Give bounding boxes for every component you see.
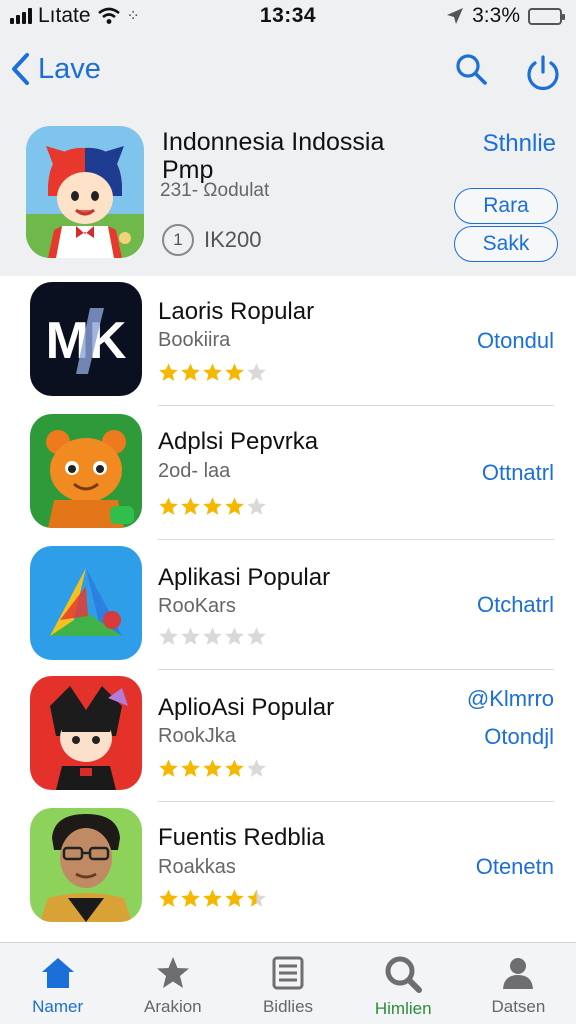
status-right: 3:3% [446, 4, 565, 28]
battery-percent: 3:3% [472, 4, 520, 27]
divider [158, 405, 554, 406]
back-label: Lave [38, 52, 101, 85]
star-rating [158, 496, 267, 517]
star-filled-icon [225, 497, 244, 515]
featured-subtitle: 231- Ωodulat [160, 180, 270, 201]
tab-label: Arakion [143, 997, 202, 1016]
app-subtitle: 2od- laa [158, 460, 231, 482]
app-name: Fuentis Redblia [158, 824, 325, 851]
list-item[interactable]: Adplsi Pepvrka 2od- laa Ottnatrl [0, 408, 576, 540]
star-filled-icon [181, 363, 200, 381]
list-item[interactable]: Aplikasi Popular RooKars Otchatrl [0, 540, 576, 672]
star-filled-icon [159, 363, 178, 381]
app-subtitle: Bookiira [158, 329, 231, 351]
star-filled-icon [181, 889, 200, 907]
star-filled-icon [203, 759, 222, 777]
number-badge: 1 [162, 224, 194, 256]
featured-count: 1 IK200 [162, 224, 262, 256]
star-empty-icon [247, 759, 266, 777]
tab-featured[interactable]: Arakion [115, 943, 230, 1024]
battery-icon [528, 7, 565, 25]
star-filled-icon [203, 497, 222, 515]
get-button[interactable]: Ottnatrl [482, 460, 554, 486]
featured-link[interactable]: Sthnlie [483, 130, 556, 158]
tab-profile[interactable]: Datsen [461, 943, 576, 1024]
search-icon[interactable] [454, 52, 488, 86]
star-empty-icon [247, 627, 266, 645]
get-button[interactable]: Otondjl [484, 724, 554, 750]
star-filled-icon [225, 363, 244, 381]
person-icon [503, 958, 534, 989]
star-rating [158, 362, 267, 383]
get-button[interactable]: Otchatrl [477, 592, 554, 618]
location-icon [447, 8, 464, 24]
back-button[interactable]: Lave [10, 52, 101, 86]
tab-label: Namer [32, 997, 84, 1016]
star-filled-icon [203, 889, 222, 907]
list-item[interactable]: Fuentis Redblia Roakkas Otenetn [0, 802, 576, 934]
star-half-icon [247, 889, 266, 907]
tab-label: Datsen [491, 997, 546, 1016]
power-icon[interactable] [524, 54, 562, 92]
tab-bar: Namer Arakion Bidlies Himlien Datsen [0, 942, 576, 1024]
star-filled-icon [225, 759, 244, 777]
star-filled-icon [159, 889, 178, 907]
tab-home[interactable]: Namer [0, 943, 115, 1024]
star-rating [158, 626, 267, 647]
app-extra-link[interactable]: @Klmrro [467, 686, 554, 712]
star-rating [158, 758, 267, 779]
star-empty-icon [225, 627, 244, 645]
app-name: Adplsi Pepvrka [158, 428, 319, 455]
status-bar: Lıtate ⁘ 13:34 3:3% [0, 0, 576, 34]
app-icon [30, 808, 142, 922]
nav-bar: Lave [0, 34, 576, 116]
star-icon [156, 957, 189, 988]
star-rating [158, 888, 267, 909]
tab-label: Bidlies [262, 997, 314, 1016]
sakk-button[interactable]: Sakk [454, 226, 558, 262]
star-filled-icon [159, 759, 178, 777]
app-icon [30, 414, 142, 528]
featured-app[interactable]: Indonnesia Indossia Pmp 231- Ωodulat 1 I… [0, 116, 576, 276]
chevron-left-icon [12, 53, 29, 85]
star-empty-icon [247, 497, 266, 515]
star-filled-icon [225, 889, 244, 907]
get-button[interactable]: Otondul [477, 328, 554, 354]
search-icon [385, 956, 423, 993]
star-filled-icon [181, 497, 200, 515]
featured-count-label: IK200 [204, 227, 262, 252]
list-item[interactable]: AplioAsi Popular RookJka @Klmrro Otondjl [0, 670, 576, 802]
featured-title: Indonnesia Indossia Pmp [162, 128, 385, 184]
star-empty-icon [181, 627, 200, 645]
list-icon [272, 956, 304, 990]
app-icon: MK [30, 282, 142, 396]
featured-app-icon [26, 126, 144, 258]
app-name: AplioAsi Popular [158, 694, 335, 721]
app-name: Laoris Ropular [158, 298, 315, 325]
app-icon [30, 676, 142, 790]
app-subtitle: Roakkas [158, 856, 236, 878]
app-subtitle: RooKars [158, 595, 236, 617]
star-filled-icon [181, 759, 200, 777]
tab-search[interactable]: Himlien [346, 943, 461, 1024]
app-name: Aplikasi Popular [158, 564, 331, 591]
star-empty-icon [247, 363, 266, 381]
star-filled-icon [159, 497, 178, 515]
star-filled-icon [203, 363, 222, 381]
tab-label: Himlien [374, 999, 432, 1018]
tab-lists[interactable]: Bidlies [230, 943, 345, 1024]
app-icon [30, 546, 142, 660]
app-subtitle: RookJka [158, 725, 236, 747]
get-button[interactable]: Otenetn [476, 854, 554, 880]
home-icon [41, 958, 74, 988]
rara-button[interactable]: Rara [454, 188, 558, 224]
list-item[interactable]: MK Laoris Ropular Bookiira Otondul [0, 276, 576, 408]
star-empty-icon [203, 627, 222, 645]
star-empty-icon [159, 627, 178, 645]
